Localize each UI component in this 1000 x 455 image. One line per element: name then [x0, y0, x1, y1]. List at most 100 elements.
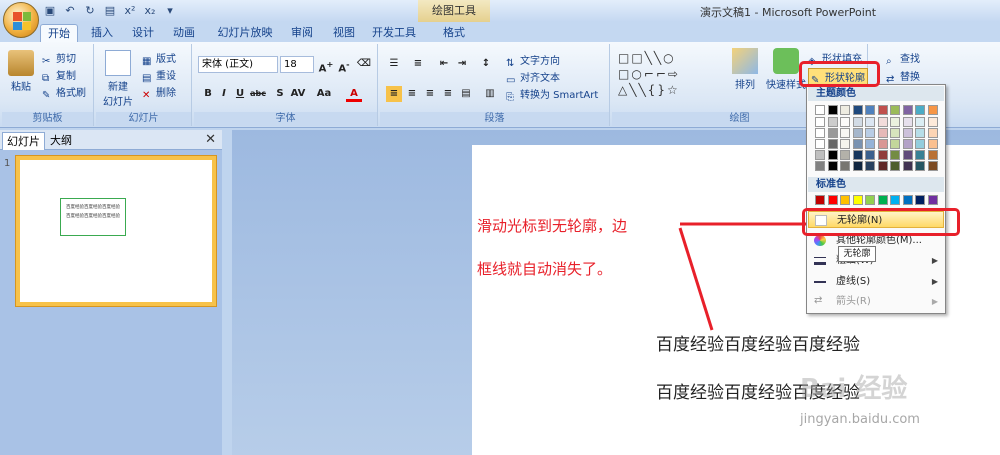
theme-color-swatch[interactable] — [852, 139, 863, 149]
theme-color-swatch[interactable] — [877, 117, 888, 127]
theme-color-swatch[interactable] — [890, 150, 900, 160]
theme-color-swatch[interactable] — [890, 128, 900, 138]
theme-color-swatch[interactable] — [815, 161, 825, 171]
standard-color-swatch[interactable] — [840, 195, 850, 205]
theme-color-swatch[interactable] — [915, 139, 925, 149]
theme-color-swatch[interactable] — [852, 105, 863, 115]
theme-color-swatch[interactable] — [827, 117, 838, 127]
theme-color-swatch[interactable] — [902, 139, 913, 149]
find-button[interactable]: ⌕ 查找 — [886, 50, 920, 68]
tab-developer[interactable]: 开发工具 — [368, 24, 420, 42]
strikethrough-icon[interactable]: abc — [250, 86, 266, 102]
theme-color-swatch[interactable] — [815, 117, 825, 127]
theme-color-swatch[interactable] — [815, 105, 825, 115]
theme-color-swatch[interactable] — [915, 117, 925, 127]
tab-design[interactable]: 设计 — [125, 24, 161, 42]
theme-color-swatch[interactable] — [840, 105, 850, 115]
layout-button[interactable]: ▦ 版式 — [142, 50, 176, 68]
theme-color-swatch[interactable] — [890, 161, 900, 171]
theme-color-swatch[interactable] — [865, 105, 875, 115]
customize-qat-icon[interactable]: ▾ — [162, 3, 178, 19]
theme-color-swatch[interactable] — [865, 117, 875, 127]
theme-color-swatch[interactable] — [902, 150, 913, 160]
change-case-icon[interactable]: Aa — [316, 86, 332, 102]
theme-color-swatch[interactable] — [877, 139, 888, 149]
bold-icon[interactable]: B — [200, 86, 216, 102]
standard-color-swatch[interactable] — [915, 195, 925, 205]
theme-color-swatch[interactable] — [865, 150, 875, 160]
standard-color-swatch[interactable] — [815, 195, 825, 205]
new-slide-button[interactable]: 新建 幻灯片 — [98, 50, 138, 108]
tab-outline[interactable]: 大纲 — [46, 132, 76, 150]
paste-button[interactable]: 粘贴 — [6, 50, 36, 93]
theme-color-swatch[interactable] — [865, 128, 875, 138]
theme-color-swatch[interactable] — [927, 150, 938, 160]
standard-color-swatch[interactable] — [890, 195, 900, 205]
standard-color-swatch[interactable] — [877, 195, 888, 205]
arrows-item[interactable]: ⇄ 箭头(R) ▶ — [808, 293, 944, 310]
arrange-button[interactable]: 排列 — [730, 48, 760, 91]
tab-home[interactable]: 开始 — [40, 24, 78, 42]
align-text-button[interactable]: ▭ 对齐文本 — [506, 69, 560, 87]
theme-color-swatch[interactable] — [815, 150, 825, 160]
theme-color-swatch[interactable] — [852, 161, 863, 171]
theme-color-swatch[interactable] — [877, 161, 888, 171]
print-preview-icon[interactable]: ▤ — [102, 3, 118, 19]
theme-color-swatch[interactable] — [827, 150, 838, 160]
theme-color-swatch[interactable] — [840, 161, 850, 171]
theme-color-swatch[interactable] — [915, 105, 925, 115]
theme-color-swatch[interactable] — [840, 128, 850, 138]
standard-color-swatch[interactable] — [927, 195, 938, 205]
align-center-icon[interactable]: ≡ — [404, 86, 420, 102]
theme-color-swatch[interactable] — [827, 105, 838, 115]
theme-color-swatch[interactable] — [927, 105, 938, 115]
convert-smartart-button[interactable]: ⎘ 转换为 SmartArt — [506, 86, 598, 104]
theme-color-swatch[interactable] — [927, 117, 938, 127]
bullets-icon[interactable]: ☰ — [386, 56, 402, 72]
weight-item[interactable]: 粗细(W) ▶ — [808, 252, 944, 269]
theme-color-swatch[interactable] — [902, 117, 913, 127]
tab-format[interactable]: 格式 — [432, 24, 476, 42]
theme-color-swatch[interactable] — [890, 105, 900, 115]
underline-icon[interactable]: U — [232, 86, 248, 102]
cut-button[interactable]: ✂ 剪切 — [42, 50, 76, 68]
theme-color-swatch[interactable] — [890, 117, 900, 127]
theme-color-swatch[interactable] — [927, 139, 938, 149]
theme-color-swatch[interactable] — [865, 139, 875, 149]
theme-color-swatch[interactable] — [852, 150, 863, 160]
theme-color-swatch[interactable] — [852, 128, 863, 138]
theme-color-swatch[interactable] — [840, 117, 850, 127]
align-left-icon[interactable]: ≡ — [386, 86, 402, 102]
subscript-icon[interactable]: x₂ — [142, 3, 158, 19]
shrink-font-icon[interactable]: A- — [336, 56, 352, 74]
theme-color-swatch[interactable] — [840, 139, 850, 149]
theme-color-swatch[interactable] — [827, 161, 838, 171]
tab-animations[interactable]: 动画 — [166, 24, 202, 42]
theme-color-swatch[interactable] — [902, 105, 913, 115]
theme-color-swatch[interactable] — [915, 150, 925, 160]
shapes-gallery[interactable]: □□╲╲○ □○⌐⌐⇨ △╲╲{}☆ — [618, 50, 718, 98]
tab-slides[interactable]: 幻灯片 — [2, 132, 45, 150]
slide-text-line-1[interactable]: 百度经验百度经验百度经验 — [656, 330, 860, 355]
theme-color-swatch[interactable] — [827, 128, 838, 138]
format-painter-button[interactable]: ✎ 格式刷 — [42, 84, 86, 102]
theme-color-swatch[interactable] — [840, 150, 850, 160]
copy-button[interactable]: ⧉ 复制 — [42, 67, 76, 85]
numbering-icon[interactable]: ≡ — [410, 56, 426, 72]
theme-color-swatch[interactable] — [865, 161, 875, 171]
theme-color-swatch[interactable] — [927, 161, 938, 171]
undo-icon[interactable]: ↶ — [62, 3, 78, 19]
line-spacing-icon[interactable]: ↕ — [478, 56, 494, 72]
standard-color-swatch[interactable] — [902, 195, 913, 205]
increase-indent-icon[interactable]: ⇥ — [454, 56, 470, 72]
standard-color-swatch[interactable] — [865, 195, 875, 205]
standard-color-swatch[interactable] — [852, 195, 863, 205]
theme-color-swatch[interactable] — [815, 139, 825, 149]
theme-color-swatch[interactable] — [877, 150, 888, 160]
tab-view[interactable]: 视图 — [326, 24, 362, 42]
close-pane-icon[interactable]: ✕ — [205, 132, 216, 147]
font-size-field[interactable]: 18 — [280, 56, 314, 73]
theme-color-swatch[interactable] — [915, 128, 925, 138]
theme-color-swatch[interactable] — [927, 128, 938, 138]
tab-review[interactable]: 审阅 — [284, 24, 320, 42]
